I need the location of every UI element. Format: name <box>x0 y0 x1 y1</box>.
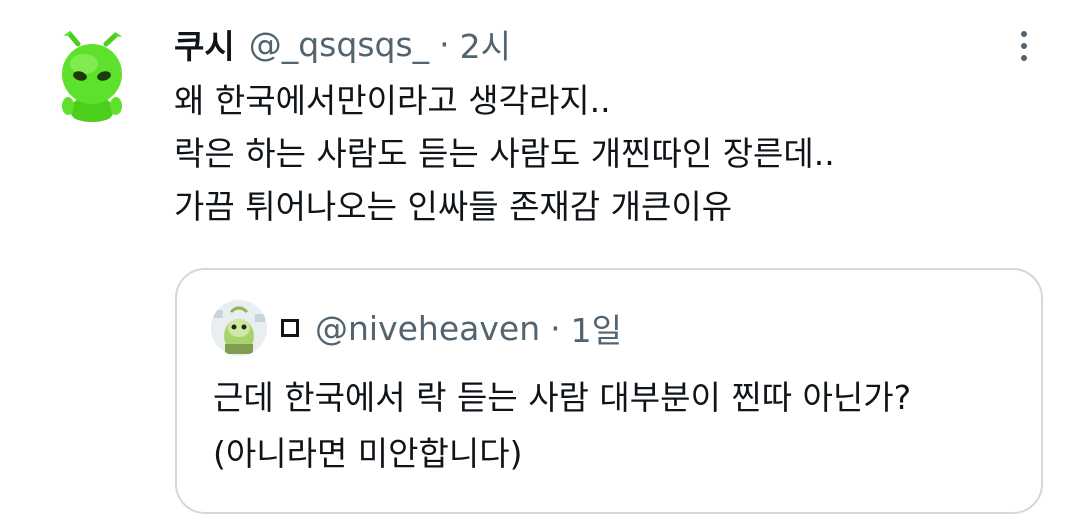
tweet-text-line: 가끔 튀어나오는 인싸들 존재감 개큰이유 <box>174 187 733 226</box>
separator-dot: · <box>550 308 561 348</box>
tweet-header: 쿠시 @_qsqsqs_ · 2시 <box>174 18 511 70</box>
quoted-tweet[interactable]: @niveheaven · 1일 근데 한국에서 락 듣는 사람 대부분이 찐따… <box>175 268 1043 514</box>
separator-dot: · <box>439 24 450 64</box>
green-alien-avatar-icon <box>61 26 125 122</box>
quoted-tweet-text-line: (아니라면 미안합니다) <box>213 434 523 473</box>
quoted-user-handle[interactable]: @niveheaven <box>315 309 540 348</box>
quoted-tweet-timestamp[interactable]: 1일 <box>571 304 622 352</box>
quoted-tweet-header: @niveheaven · 1일 <box>281 302 622 354</box>
green-character-avatar-icon <box>211 300 267 356</box>
user-handle[interactable]: @_qsqsqs_ <box>249 25 429 64</box>
user-avatar[interactable] <box>44 26 140 122</box>
tweet-timestamp[interactable]: 2시 <box>460 20 511 68</box>
more-options-icon[interactable] <box>1008 26 1040 66</box>
quoted-tweet-text-line: 근데 한국에서 락 듣는 사람 대부분이 찐따 아닌가? <box>213 378 912 417</box>
tweet-text-line: 락은 하는 사람도 듣는 사람도 개찐따인 장른데.. <box>174 134 835 173</box>
quoted-tweet-text: 근데 한국에서 락 듣는 사람 대부분이 찐따 아닌가? (아니라면 미안합니다… <box>213 370 1013 482</box>
quoted-user-avatar[interactable] <box>211 300 267 356</box>
tweet-text: 왜 한국에서만이라고 생각라지.. 락은 하는 사람도 듣는 사람도 개찐따인 … <box>174 74 1014 233</box>
tweet[interactable]: 쿠시 @_qsqsqs_ · 2시 왜 한국에서만이라고 생각라지.. 락은 하… <box>0 0 1080 529</box>
tweet-text-line: 왜 한국에서만이라고 생각라지.. <box>174 81 611 120</box>
display-name[interactable]: 쿠시 <box>174 20 235 68</box>
box-icon <box>281 319 299 337</box>
